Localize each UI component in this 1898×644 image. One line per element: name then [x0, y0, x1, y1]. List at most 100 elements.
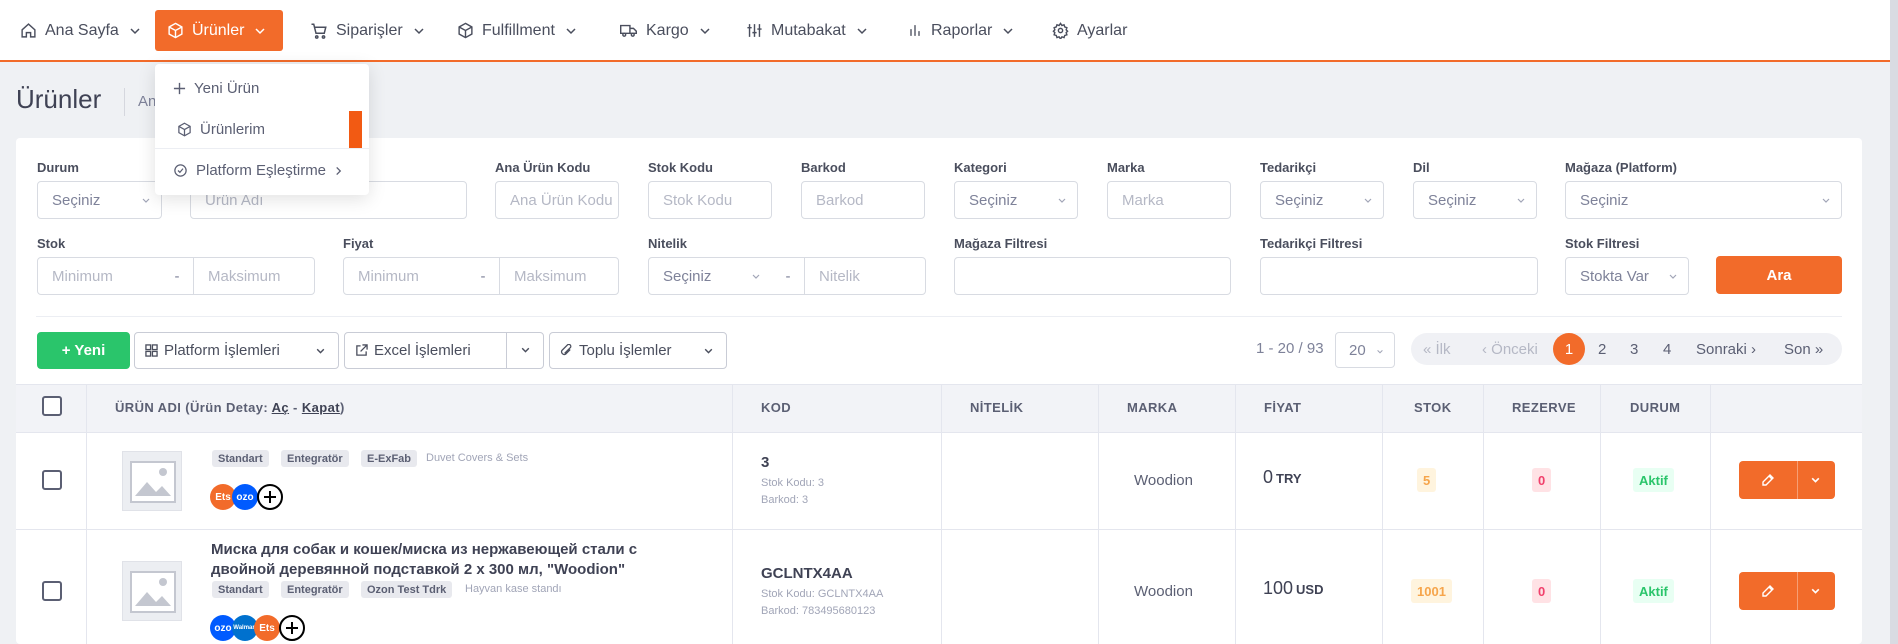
stock-min-input[interactable]: Minimum	[37, 257, 161, 295]
product-name-line[interactable]: Миска для собак и кошек/миска из нержаве…	[211, 540, 637, 560]
page-size-select[interactable]: 20	[1335, 332, 1395, 368]
breadcrumb[interactable]: An	[138, 93, 156, 110]
marketplace-badge-ozon[interactable]: ozo	[232, 484, 258, 510]
stock-code: Stok Kodu: 3	[761, 477, 824, 489]
select-all-checkbox[interactable]	[42, 396, 62, 416]
chevron-down-icon	[1364, 198, 1372, 203]
barcode-input[interactable]: Barkod	[801, 181, 925, 219]
product-image-placeholder[interactable]	[122, 451, 182, 511]
top-navigation: Ana Sayfa Ürünler Siparişler Fulfillment…	[0, 0, 1898, 62]
nav-products[interactable]: Ürünler	[155, 10, 283, 51]
attribute-input[interactable]: Nitelik	[804, 257, 926, 295]
brand-input[interactable]: Marka	[1107, 181, 1231, 219]
stock-code-input[interactable]: Stok Kodu	[648, 181, 772, 219]
expand-details-link[interactable]: Aç	[272, 400, 289, 415]
pagination-next[interactable]: Sonraki ›	[1696, 333, 1756, 365]
language-select-value: Seçiniz	[1428, 191, 1477, 209]
nav-reports[interactable]: Raporlar	[895, 10, 1026, 51]
menu-item-platform-matching[interactable]: Platform Eşleştirme	[173, 162, 343, 179]
pagination-previous[interactable]: ‹ Önceki	[1482, 333, 1538, 365]
column-header-price[interactable]: FİYAT	[1264, 400, 1301, 415]
row-checkbox[interactable]	[42, 470, 62, 490]
search-button[interactable]: Ara	[1716, 256, 1842, 294]
reserve-badge: 0	[1532, 579, 1552, 603]
column-separator	[941, 384, 942, 644]
chevron-down-icon[interactable]	[1810, 586, 1821, 597]
pagination-first[interactable]: « İlk	[1423, 333, 1451, 365]
product-tag: Entegratör	[281, 450, 349, 467]
menu-active-marker	[349, 111, 362, 149]
price-max-input[interactable]: Maksimum	[499, 257, 619, 295]
status-select[interactable]: Seçiniz	[37, 181, 162, 219]
chevron-down-icon	[1003, 27, 1013, 34]
product-name-line[interactable]: двойной деревянной подставкой 2 х 300 мл…	[211, 560, 625, 580]
language-select[interactable]: Seçiniz	[1413, 181, 1537, 219]
edit-icon[interactable]	[1761, 584, 1775, 598]
column-header-status[interactable]: DURUM	[1630, 400, 1680, 415]
supplier-select[interactable]: Seçiniz	[1260, 181, 1384, 219]
store-filter-input[interactable]	[954, 257, 1231, 295]
nav-home[interactable]: Ana Sayfa	[8, 10, 153, 51]
column-header-brand[interactable]: MARKA	[1127, 400, 1177, 415]
action-split	[1797, 572, 1798, 610]
menu-item-my-products[interactable]: Ürünlerim	[177, 121, 265, 138]
row-actions	[1739, 461, 1835, 499]
edit-icon[interactable]	[1761, 473, 1775, 487]
column-header-stock[interactable]: STOK	[1414, 400, 1451, 415]
price-range-label: Fiyat	[343, 236, 374, 251]
price-min-input[interactable]: Minimum	[343, 257, 467, 295]
column-header-reserve[interactable]: REZERVE	[1512, 400, 1576, 415]
chevron-down-icon	[1517, 198, 1525, 203]
product-brand: Woodion	[1134, 583, 1193, 600]
excel-operations-button[interactable]: Excel İşlemleri	[344, 332, 507, 369]
product-price: 0 TRY	[1263, 467, 1302, 488]
nav-orders[interactable]: Siparişler	[298, 10, 437, 51]
category-select-value: Seçiniz	[969, 191, 1018, 209]
stock-filter-select[interactable]: Stokta Var	[1565, 257, 1689, 295]
nav-home-label: Ana Sayfa	[45, 21, 119, 39]
chevron-down-icon	[521, 347, 529, 353]
add-marketplace-button[interactable]	[257, 484, 283, 510]
pagination-current-page[interactable]: 1	[1553, 333, 1585, 365]
menu-item-new-product[interactable]: Yeni Ürün	[173, 80, 259, 97]
nav-settings[interactable]: Ayarlar	[1040, 10, 1139, 51]
pagination-page-2[interactable]: 2	[1598, 333, 1606, 365]
main-product-code-input[interactable]: Ana Ürün Kodu	[495, 181, 619, 219]
main-product-code-label: Ana Ürün Kodu	[495, 160, 591, 175]
range-dash: -	[466, 257, 500, 295]
row-checkbox[interactable]	[42, 581, 62, 601]
page-title: Ürünler	[16, 84, 102, 114]
column-header-attribute[interactable]: NİTELİK	[970, 400, 1023, 415]
store-platform-select[interactable]: Seçiniz	[1565, 181, 1842, 219]
pagination-page-3[interactable]: 3	[1630, 333, 1638, 365]
pagination-page-4[interactable]: 4	[1663, 333, 1671, 365]
chevron-down-icon	[752, 274, 760, 279]
add-marketplace-button[interactable]	[279, 615, 305, 641]
stock-filter-select-value: Stokta Var	[1580, 267, 1649, 285]
excel-dropdown-toggle[interactable]	[506, 332, 544, 369]
new-product-button[interactable]: + Yeni	[37, 332, 130, 369]
chevron-down-icon	[1377, 350, 1383, 354]
chevron-down-icon	[414, 27, 424, 34]
attribute-select[interactable]: Seçiniz	[648, 257, 772, 295]
product-image-placeholder[interactable]	[122, 561, 182, 621]
stock-code-label: Stok Kodu	[648, 160, 713, 175]
collapse-details-link[interactable]: Kapat	[302, 400, 340, 415]
chevron-down-icon[interactable]	[1810, 475, 1821, 486]
external-link-icon	[355, 344, 368, 357]
category-select[interactable]: Seçiniz	[954, 181, 1078, 219]
column-header-code[interactable]: KOD	[761, 400, 791, 415]
nav-fulfillment[interactable]: Fulfillment	[445, 10, 589, 51]
menu-item-my-products-label: Ürünlerim	[200, 121, 266, 138]
marketplace-badge-ets[interactable]: Ets	[254, 615, 280, 641]
stock-max-input[interactable]: Maksimum	[193, 257, 315, 295]
range-dash: -	[160, 257, 194, 295]
page-scrollbar[interactable]	[1890, 0, 1898, 644]
nav-reconciliation[interactable]: Mutabakat	[734, 10, 880, 51]
pagination-last[interactable]: Son »	[1784, 333, 1823, 365]
supplier-filter-input[interactable]	[1260, 257, 1538, 295]
platform-operations-button[interactable]: Platform İşlemleri	[134, 332, 339, 369]
chevron-right-icon	[336, 166, 342, 175]
bulk-operations-button[interactable]: Toplu İşlemler	[549, 332, 727, 369]
nav-shipping[interactable]: Kargo	[607, 10, 723, 51]
